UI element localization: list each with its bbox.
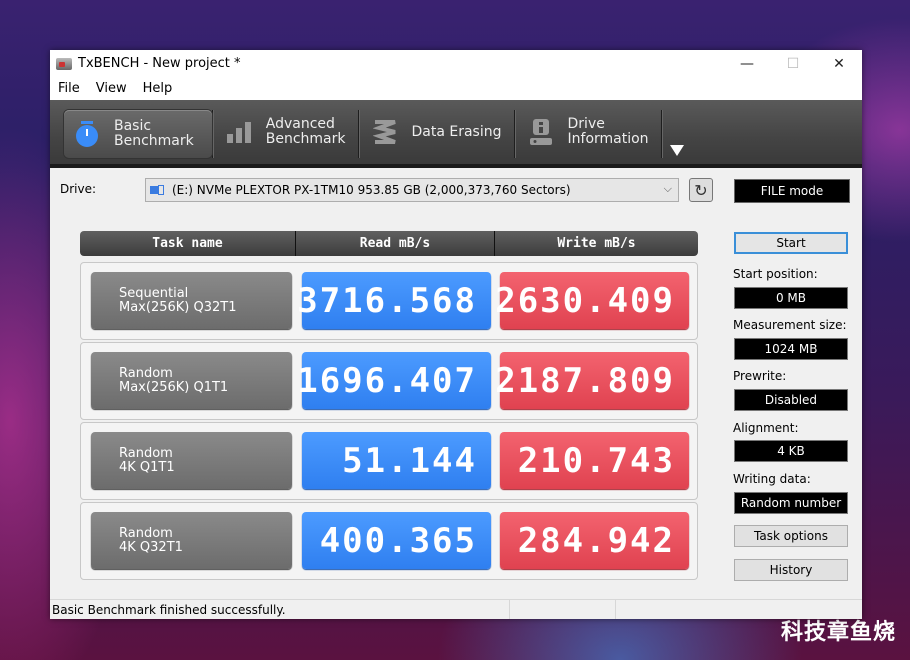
tab-basic-benchmark[interactable]: Basic Benchmark xyxy=(64,110,212,158)
read-value: 400.365 xyxy=(302,512,491,569)
result-row: Random Max(256K) Q1T1 1696.407 2187.809 xyxy=(80,342,698,420)
drive-label: Drive: xyxy=(60,182,97,196)
menu-help[interactable]: Help xyxy=(135,81,181,96)
measurement-size-label: Measurement size: xyxy=(733,318,847,332)
tab-label-line1: Advanced xyxy=(265,116,335,132)
result-row: Random 4K Q1T1 51.144 210.743 xyxy=(80,422,698,500)
write-value: 284.942 xyxy=(500,512,689,569)
app-window: TxBENCH - New project * — ☐ ✕ File View … xyxy=(50,50,862,619)
drive-info-icon xyxy=(528,119,554,145)
write-value: 2187.809 xyxy=(495,352,689,409)
bar-chart-icon xyxy=(226,119,252,145)
tab-drive-information[interactable]: Drive Information xyxy=(516,100,661,164)
header-read: Read mB/s xyxy=(296,231,495,256)
writing-data-field[interactable]: Random number xyxy=(734,492,848,514)
task-line2: 4K Q32T1 xyxy=(119,539,183,555)
prewrite-field[interactable]: Disabled xyxy=(734,389,848,411)
minimize-button[interactable]: — xyxy=(724,50,770,77)
results-header: Task name Read mB/s Write mB/s xyxy=(80,231,698,256)
header-write: Write mB/s xyxy=(557,236,636,251)
toolbar-more-arrow-icon[interactable] xyxy=(670,145,684,156)
tab-label-line2: Benchmark xyxy=(114,133,194,149)
task-line2: 4K Q1T1 xyxy=(119,459,175,475)
tab-label-line1: Basic xyxy=(114,118,152,134)
alignment-label: Alignment: xyxy=(733,421,799,435)
start-position-label: Start position: xyxy=(733,267,818,281)
tab-label-line1: Drive xyxy=(567,116,605,132)
drive-row: Drive: (E:) NVMe PLEXTOR PX-1TM10 953.85… xyxy=(50,178,862,204)
history-button[interactable]: History xyxy=(734,559,848,581)
status-pane xyxy=(510,600,616,619)
file-mode-indicator[interactable]: FILE mode xyxy=(734,179,850,203)
task-line1: Random xyxy=(119,445,173,461)
result-row: Random 4K Q32T1 400.365 284.942 xyxy=(80,502,698,580)
start-button[interactable]: Start xyxy=(734,232,848,254)
prewrite-label: Prewrite: xyxy=(733,369,787,383)
read-value: 51.144 xyxy=(302,432,491,489)
task-name-button[interactable]: Random Max(256K) Q1T1 xyxy=(91,352,292,409)
toolbar: Basic Benchmark Advanced Benchmark Data Er… xyxy=(50,100,862,168)
title-bar: TxBENCH - New project * — ☐ ✕ xyxy=(50,50,862,77)
app-icon xyxy=(56,57,72,70)
task-line1: Random xyxy=(119,365,173,381)
status-bar: Basic Benchmark finished successfully. xyxy=(50,599,862,619)
writing-data-label: Writing data: xyxy=(733,472,811,486)
write-value: 210.743 xyxy=(500,432,689,489)
close-button[interactable]: ✕ xyxy=(816,50,862,77)
tab-label-line1: Data Erasing xyxy=(411,123,502,140)
task-name-button[interactable]: Random 4K Q1T1 xyxy=(91,432,292,489)
menu-bar: File View Help xyxy=(50,77,862,100)
eraser-icon xyxy=(372,119,398,145)
tab-label-line2: Information xyxy=(567,131,649,147)
write-value: 2630.409 xyxy=(495,272,689,329)
result-row: Sequential Max(256K) Q32T1 3716.568 2630.… xyxy=(80,262,698,340)
task-line2: Max(256K) Q32T1 xyxy=(119,299,237,315)
status-message: Basic Benchmark finished successfully. xyxy=(50,600,510,619)
tab-label-line2: Benchmark xyxy=(265,131,346,147)
drive-selected-value: (E:) NVMe PLEXTOR PX-1TM10 953.85 GB (2,… xyxy=(172,183,571,197)
measurement-size-field[interactable]: 1024 MB xyxy=(734,338,848,360)
toolbar-separator xyxy=(660,110,663,158)
read-value: 3716.568 xyxy=(297,272,491,329)
task-name-button[interactable]: Random 4K Q32T1 xyxy=(91,512,292,569)
task-line2: Max(256K) Q1T1 xyxy=(119,379,229,395)
task-options-button[interactable]: Task options xyxy=(734,525,848,547)
read-value: 1696.407 xyxy=(297,352,491,409)
tab-data-erasing[interactable]: Data Erasing xyxy=(360,100,514,164)
header-task-name: Task name xyxy=(80,231,296,256)
drive-icon xyxy=(150,184,166,196)
window-title: TxBENCH - New project * xyxy=(78,56,241,71)
menu-view[interactable]: View xyxy=(88,81,135,96)
refresh-icon: ↻ xyxy=(694,180,708,200)
chevron-down-icon: ⌵ xyxy=(663,182,672,195)
alignment-field[interactable]: 4 KB xyxy=(734,440,848,462)
maximize-button[interactable]: ☐ xyxy=(770,50,816,77)
drive-select[interactable]: (E:) NVMe PLEXTOR PX-1TM10 953.85 GB (2,… xyxy=(145,178,679,202)
task-name-button[interactable]: Sequential Max(256K) Q32T1 xyxy=(91,272,292,329)
menu-file[interactable]: File xyxy=(50,81,88,96)
start-position-field[interactable]: 0 MB xyxy=(734,287,848,309)
refresh-button[interactable]: ↻ xyxy=(689,178,713,202)
tab-advanced-benchmark[interactable]: Advanced Benchmark xyxy=(214,100,358,164)
task-line1: Random xyxy=(119,525,173,541)
task-line1: Sequential xyxy=(119,285,189,301)
stopwatch-icon xyxy=(74,121,100,147)
